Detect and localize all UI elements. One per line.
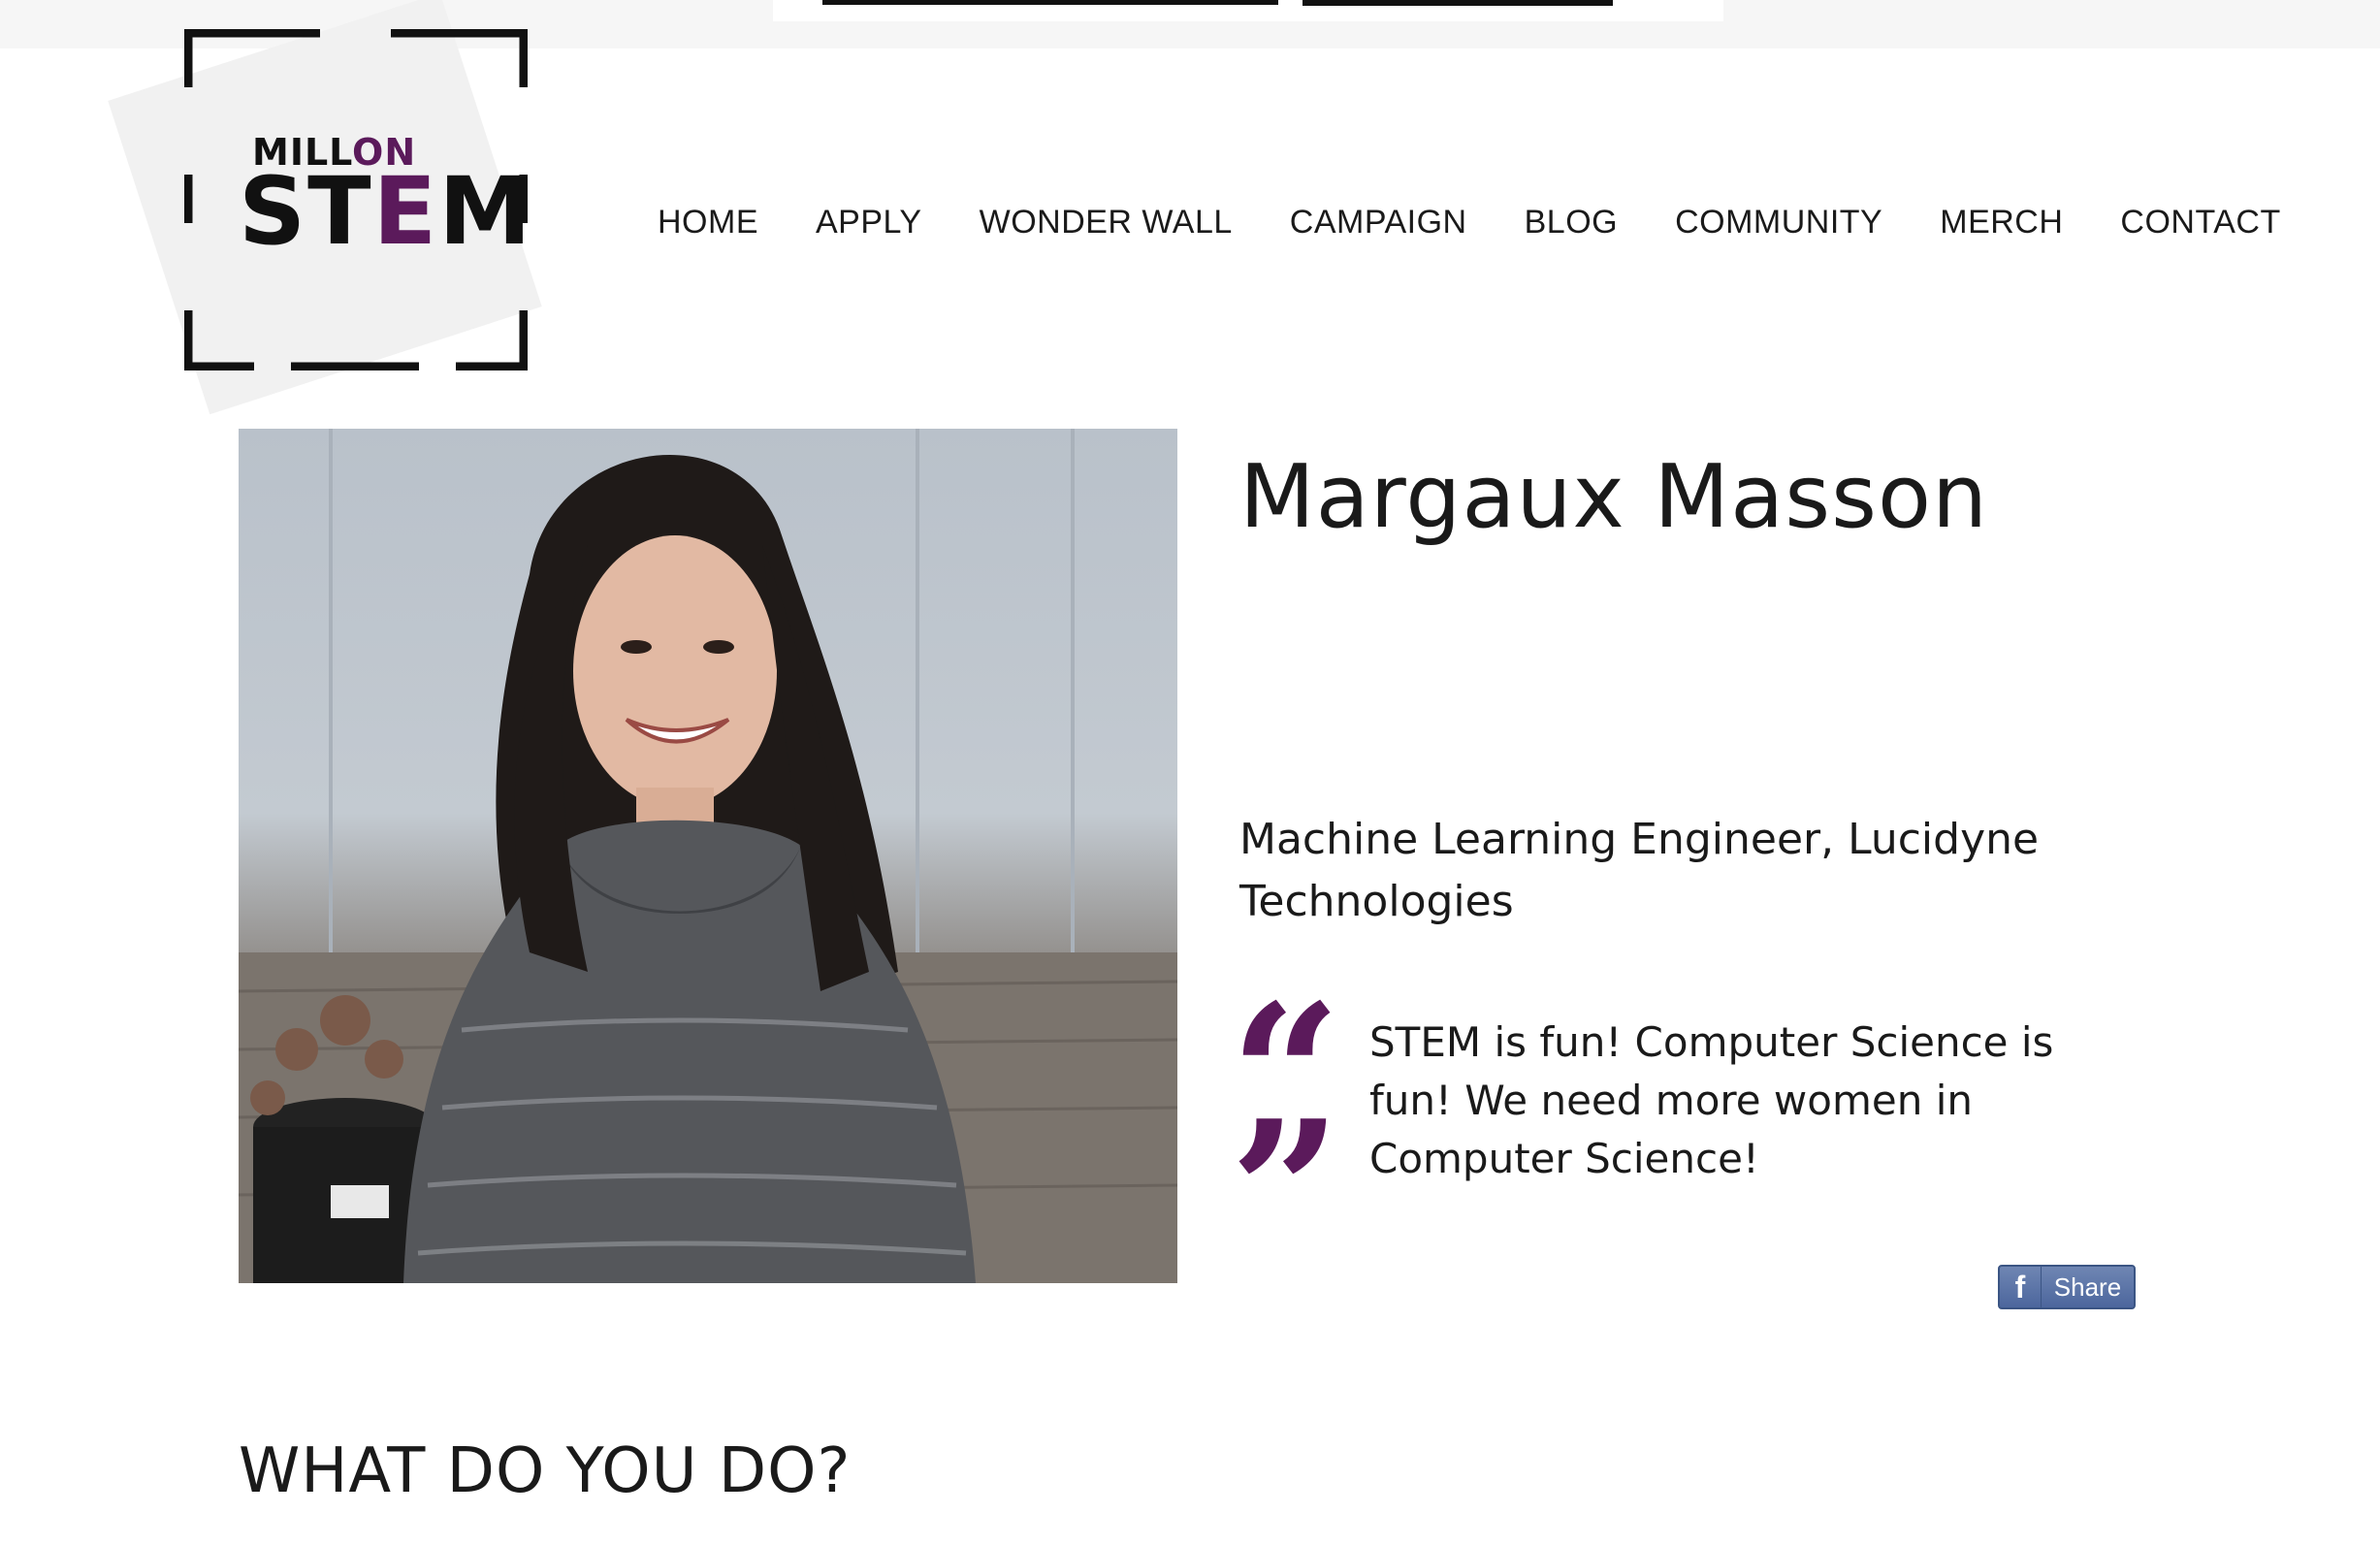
nav-item-home[interactable]: HOME	[658, 204, 758, 242]
nav-item-apply[interactable]: APPLY	[816, 204, 922, 242]
top-banner-line-left	[822, 0, 1278, 5]
facebook-icon: f	[2000, 1267, 2042, 1307]
site-logo[interactable]: MILLON STEM	[108, 0, 563, 415]
nav-item-blog[interactable]: BLOG	[1525, 204, 1618, 242]
profile-name: Margaux Masson	[1239, 446, 1989, 548]
top-banner-line-right	[1303, 0, 1613, 6]
section-heading-what-do-you-do: WHAT DO YOU DO?	[239, 1435, 852, 1507]
profile-role-line-1: Machine Learning Engineer, Lucidyne	[1239, 815, 2040, 864]
logo-stem-text: STEM	[239, 157, 533, 266]
nav-item-community[interactable]: COMMUNITY	[1675, 204, 1882, 242]
nav-item-wonder-wall[interactable]: WONDER WALL	[980, 204, 1233, 242]
quote-close-icon: ”	[1230, 1079, 1342, 1306]
nav-item-campaign[interactable]: CAMPAIGN	[1290, 204, 1467, 242]
main-nav: HOME APPLY WONDER WALL CAMPAIGN BLOG COM…	[658, 204, 2281, 242]
profile-role: Machine Learning Engineer, Lucidyne Tech…	[1239, 809, 2190, 933]
profile-photo-illustration	[239, 429, 1177, 1283]
nav-item-merch[interactable]: MERCH	[1940, 204, 2063, 242]
nav-item-contact[interactable]: CONTACT	[2120, 204, 2280, 242]
profile-quote: STEM is fun! Computer Science is fun! We…	[1369, 1018, 2054, 1182]
share-label: Share	[2053, 1272, 2122, 1302]
facebook-share-button[interactable]: f Share	[1998, 1265, 2136, 1309]
profile-role-line-2: Technologies	[1239, 877, 1514, 926]
profile-photo	[239, 429, 1177, 1283]
